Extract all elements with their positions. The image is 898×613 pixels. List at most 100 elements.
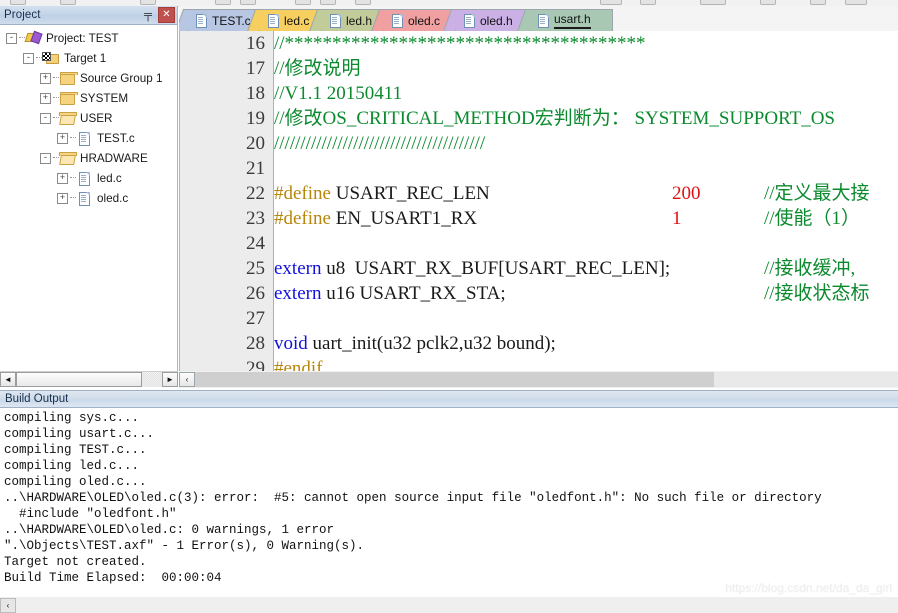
code-line[interactable]: void uart_init(u32 pclk2,u32 bound); (274, 331, 898, 356)
code-line[interactable]: #define EN_USART1_RX 1 //使能（1） (274, 206, 898, 231)
tree-item-source-group-1[interactable]: + Source Group 1 (2, 68, 177, 88)
folder-icon (59, 91, 78, 105)
line-number: 19 (246, 108, 265, 129)
project-hscrollbar[interactable]: ◄ ► (0, 371, 178, 387)
build-output-line: compiling usart.c... (4, 427, 155, 441)
tree-item-target-1[interactable]: - Target 1 (2, 48, 177, 68)
editor-tabbar[interactable]: TEST.c led.c led.h oled.c oled.h usart.h (179, 6, 898, 31)
file-icon (194, 13, 208, 28)
tree-expander[interactable]: - (40, 112, 51, 124)
code-token: 200 (672, 183, 701, 204)
build-output-hscrollbar[interactable]: ‹ (0, 597, 898, 613)
code-line[interactable]: #define USART_REC_LEN 200 //定义最大接 (274, 181, 898, 206)
tree-expander[interactable]: - (6, 32, 17, 44)
code-line[interactable]: //************************************** (274, 31, 898, 56)
line-number-gutter: 16 17 18 19 20 21 22 23 24 25 26 27 28 29 (180, 31, 274, 371)
build-output-text[interactable]: compiling sys.c... compiling usart.c... co… (0, 408, 898, 593)
code-line[interactable] (274, 231, 898, 256)
code-line[interactable]: extern u16 USART_RX_STA; //接收状态标 (274, 281, 898, 306)
folder-icon (59, 71, 78, 85)
tree-item-user[interactable]: - USER (2, 108, 177, 128)
line-number: 16 (246, 33, 265, 54)
code-token: //修改OS_CRITICAL_METHOD宏判断为： SYSTEM_SUPPO… (274, 108, 836, 129)
code-token: //修改说明 (274, 58, 361, 79)
tree-expander[interactable]: - (40, 152, 51, 164)
code-line[interactable] (274, 156, 898, 181)
file-icon (328, 13, 342, 28)
build-output-line: compiling oled.c... (4, 475, 147, 489)
code-token: //接收状态标 (764, 283, 870, 304)
tree-item-hradware[interactable]: - HRADWARE (2, 148, 177, 168)
editor-scroll-thumb[interactable] (195, 372, 714, 387)
project-tree[interactable]: - Project: TEST - Target 1 + Source Group 1 + S… (0, 25, 177, 208)
file-icon (462, 13, 476, 28)
pin-icon[interactable]: ╤ (141, 8, 155, 22)
tree-item-label: HRADWARE (80, 151, 148, 165)
line-number: 23 (246, 208, 265, 229)
code-text[interactable]: //**************************************… (274, 31, 898, 371)
tree-item-label: led.c (97, 171, 122, 185)
code-token: //************************************** (274, 33, 646, 54)
editor-tab-usart-h[interactable]: usart.h (516, 9, 613, 31)
code-token: u8 USART_RX_BUF[USART_REC_LEN]; (321, 258, 671, 279)
build-output-panel: Build Output compiling sys.c... compiling… (0, 390, 898, 613)
target-icon (42, 51, 59, 65)
file-icon (76, 131, 92, 146)
file-icon (536, 13, 550, 28)
tree-item-project-test[interactable]: - Project: TEST (2, 28, 177, 48)
line-number: 28 (246, 333, 265, 354)
editor-scroll-left-icon[interactable]: ‹ (179, 372, 195, 387)
code-line[interactable]: extern u8 USART_RX_BUF[USART_REC_LEN]; //… (274, 256, 898, 281)
tree-item-oled-c[interactable]: + oled.c (2, 188, 177, 208)
tree-item-test-c[interactable]: + TEST.c (2, 128, 177, 148)
code-line[interactable]: //V1.1 20150411 (274, 81, 898, 106)
code-line[interactable]: //////////////////////////////////////// (274, 131, 898, 156)
line-number: 18 (246, 83, 265, 104)
build-output-line: Build Time Elapsed: 00:00:04 (4, 571, 222, 585)
code-line[interactable] (274, 306, 898, 331)
tree-item-system[interactable]: + SYSTEM (2, 88, 177, 108)
code-token: USART_REC_LEN (330, 183, 490, 204)
build-output-line: ..\HARDWARE\OLED\oled.c(3): error: #5: c… (4, 491, 822, 505)
tree-expander[interactable]: + (40, 92, 51, 104)
tree-expander[interactable]: + (57, 172, 68, 184)
build-output-title: Build Output (5, 393, 69, 405)
build-output-line: compiling led.c... (4, 459, 140, 473)
line-number: 29 (246, 358, 265, 371)
file-icon (390, 13, 404, 28)
code-view[interactable]: 16 17 18 19 20 21 22 23 24 25 26 27 28 29 //*********… (179, 31, 898, 371)
build-output-header: Build Output (0, 390, 898, 408)
line-number: 20 (246, 133, 265, 154)
tree-item-led-c[interactable]: + led.c (2, 168, 177, 188)
scroll-right-arrow-icon[interactable]: ► (162, 372, 178, 387)
line-number: 26 (246, 283, 265, 304)
project-panel-title: Project (4, 9, 41, 21)
tree-expander[interactable]: + (40, 72, 51, 84)
tree-item-label: Source Group 1 (80, 71, 163, 85)
file-icon (76, 191, 92, 206)
tree-expander[interactable]: + (57, 132, 68, 144)
build-scroll-left-icon[interactable]: ‹ (0, 597, 16, 613)
code-line[interactable]: //修改OS_CRITICAL_METHOD宏判断为： SYSTEM_SUPPO… (274, 106, 898, 131)
editor-tab-label: oled.c (408, 13, 441, 28)
code-line[interactable]: #endif (274, 356, 898, 371)
editor-hscrollbar[interactable]: ‹ (179, 371, 898, 388)
code-line[interactable]: //修改说明 (274, 56, 898, 81)
code-token: #define (274, 208, 331, 229)
scroll-thumb[interactable] (16, 372, 142, 387)
code-token: extern (274, 258, 322, 279)
code-token: //定义最大接 (764, 183, 870, 204)
line-number: 24 (246, 233, 265, 254)
code-token: //使能（1） (764, 208, 861, 229)
editor-area: TEST.c led.c led.h oled.c oled.h usart.h 16 17… (179, 6, 898, 388)
scroll-track[interactable] (16, 372, 162, 387)
tree-expander[interactable]: + (57, 192, 68, 204)
editor-scroll-track[interactable] (195, 372, 898, 387)
build-scroll-track[interactable] (16, 597, 898, 613)
code-token: u16 USART_RX_STA; (321, 283, 506, 304)
tree-expander[interactable]: - (23, 52, 34, 64)
project-icon (25, 31, 41, 45)
code-token: uart_init(u32 pclk2,u32 bound); (307, 333, 556, 354)
close-icon[interactable]: ✕ (158, 7, 175, 23)
scroll-left-arrow-icon[interactable]: ◄ (0, 372, 16, 387)
